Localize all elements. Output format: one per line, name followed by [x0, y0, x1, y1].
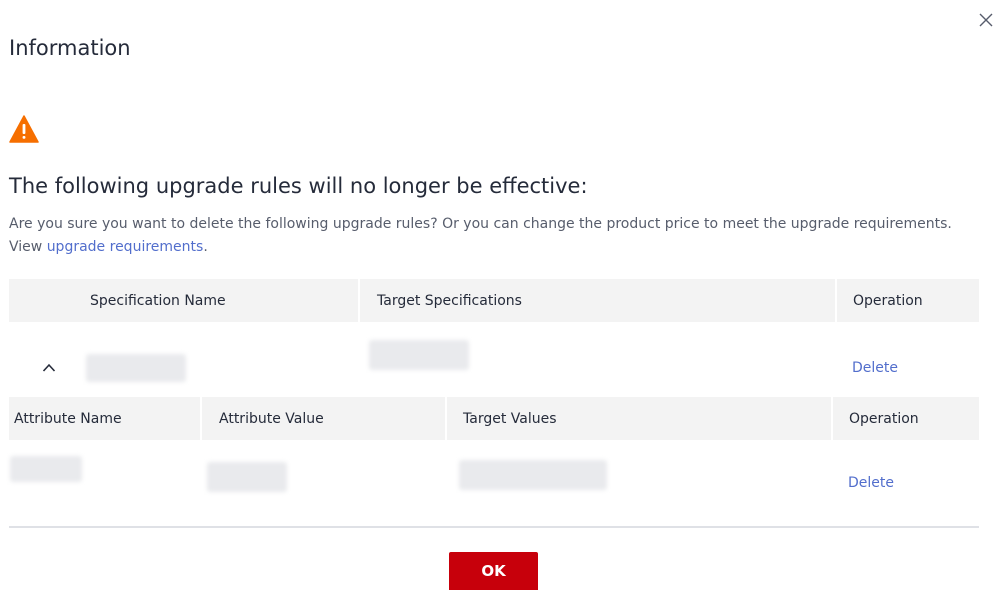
header-target-specifications: Target Specifications — [359, 279, 837, 322]
warning-triangle-icon — [9, 114, 39, 144]
header-operation: Operation — [836, 279, 979, 322]
ok-button[interactable]: OK — [449, 552, 538, 590]
target-spec-redacted — [369, 340, 469, 370]
delete-attribute-link[interactable]: Delete — [848, 475, 894, 491]
attribute-value-redacted — [207, 462, 287, 492]
warning-headline: The following upgrade rules will no long… — [9, 174, 588, 198]
spec-name-redacted — [86, 353, 187, 382]
chevron-up-icon[interactable] — [41, 360, 57, 376]
upgrade-requirements-link[interactable]: upgrade requirements — [47, 239, 204, 255]
close-icon[interactable] — [974, 8, 998, 32]
attribute-name-cell — [9, 440, 201, 528]
header-attribute-operation: Operation — [832, 397, 979, 440]
header-specification-name: Specification Name — [9, 279, 360, 322]
delete-spec-link[interactable]: Delete — [852, 360, 898, 376]
header-target-values: Target Values — [446, 397, 833, 440]
specification-table: Specification Name Target Specifications… — [9, 279, 979, 414]
attribute-operation-cell: Delete — [832, 440, 979, 528]
specification-table-header: Specification Name Target Specifications… — [9, 279, 979, 322]
dialog-title: Information — [9, 36, 131, 60]
description-suffix: . — [203, 239, 208, 255]
header-attribute-name: Attribute Name — [9, 397, 202, 440]
attribute-value-cell — [201, 440, 446, 528]
warning-description: Are you sure you want to delete the foll… — [9, 213, 984, 259]
information-dialog: Information The following upgrade rules … — [0, 0, 999, 590]
attribute-table-header: Attribute Name Attribute Value Target Va… — [9, 397, 979, 440]
attribute-name-redacted — [10, 456, 82, 482]
target-values-redacted — [459, 460, 607, 490]
target-values-cell — [446, 440, 832, 528]
header-attribute-value: Attribute Value — [201, 397, 447, 440]
attribute-table: Attribute Name Attribute Value Target Va… — [9, 397, 979, 528]
table-row: Delete — [9, 440, 979, 528]
